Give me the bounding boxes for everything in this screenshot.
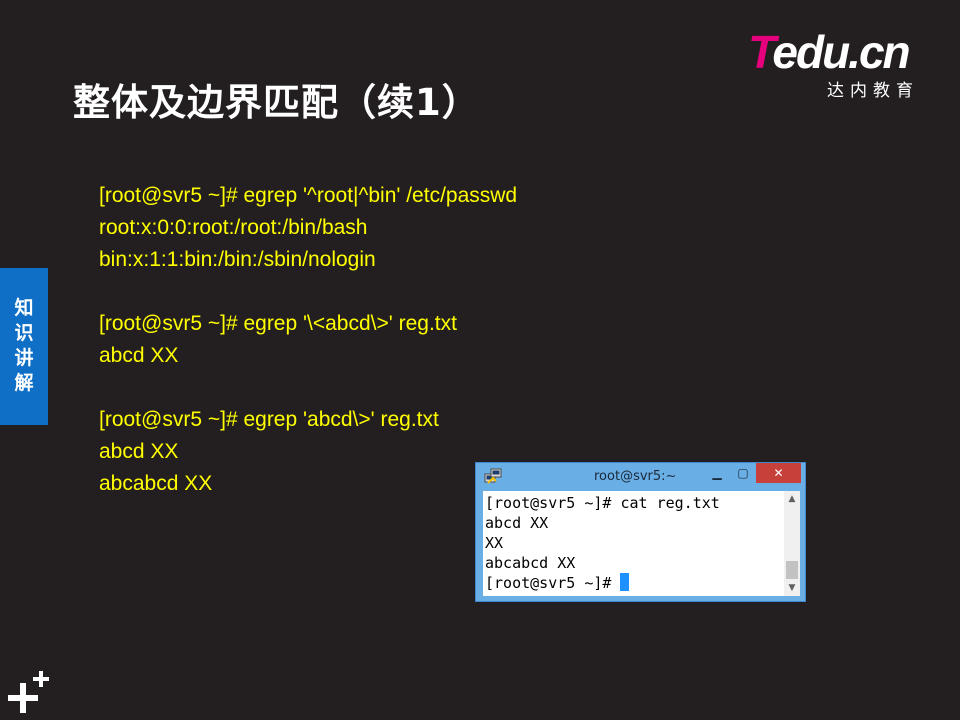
logo-subtitle: 达内教育 xyxy=(827,81,919,101)
side-tab-char: 解 xyxy=(14,372,34,394)
terminal-line: [root@svr5 ~]# cat reg.txt xyxy=(485,493,720,513)
side-tab-knowledge: 知识讲解 xyxy=(0,268,48,425)
code-line: [root@svr5 ~]# egrep '^root|^bin' /etc/p… xyxy=(99,184,518,207)
slide-title: 整体及边界匹配（续1） xyxy=(73,81,480,124)
terminal-console[interactable]: [root@svr5 ~]# cat reg.txt abcd XX XX abcab… xyxy=(483,491,800,596)
side-tab-label: 知识讲解 xyxy=(0,296,48,396)
side-tab-char: 讲 xyxy=(14,347,34,369)
putty-icon[interactable] xyxy=(484,468,502,486)
side-tab-char: 知 xyxy=(14,297,34,319)
logo-wordmark-rest: edu.cn xyxy=(772,26,910,78)
code-line: bin:x:1:1:bin:/bin:/sbin/nologin xyxy=(99,248,376,271)
code-line: abcd XX xyxy=(99,440,179,463)
terminal-titlebar[interactable]: root@svr5:~ ▁ ▢ ✕ xyxy=(476,463,805,491)
code-line: [root@svr5 ~]# egrep '\<abcd\>' reg.txt xyxy=(99,312,457,335)
terminal-line-text: XX xyxy=(485,534,504,552)
terminal-title: root@svr5:~ xyxy=(594,469,677,484)
terminal-cursor xyxy=(620,573,630,591)
terminal-scrollbar[interactable]: ▲ ▼ xyxy=(784,491,800,596)
tedu-logo: Tedu.cn 达内教育 xyxy=(748,26,938,101)
code-line: abcabcd XX xyxy=(99,472,213,495)
plus-icon xyxy=(8,671,49,713)
terminal-line: abcabcd XX xyxy=(485,553,720,573)
minimize-button[interactable]: ▁ xyxy=(704,463,730,483)
scroll-thumb[interactable] xyxy=(786,561,798,579)
terminal-line-text: abcabcd XX xyxy=(485,554,576,572)
terminal-line-text: [root@svr5 ~]# xyxy=(485,574,621,592)
terminal-line-text: abcd XX xyxy=(485,514,549,532)
code-line: [root@svr5 ~]# egrep 'abcd\>' reg.txt xyxy=(99,408,439,431)
code-example-block: [root@svr5 ~]# egrep '^root|^bin' /etc/p… xyxy=(99,180,517,500)
scroll-down-icon[interactable]: ▼ xyxy=(784,580,800,596)
terminal-output: [root@svr5 ~]# cat reg.txt abcd XX XX abcab… xyxy=(485,493,720,593)
terminal-line-text: [root@svr5 ~]# cat reg.txt xyxy=(485,494,720,512)
terminal-line: abcd XX xyxy=(485,513,720,533)
terminal-window: root@svr5:~ ▁ ▢ ✕ [root@svr5 ~]# cat reg… xyxy=(475,462,806,602)
close-button[interactable]: ✕ xyxy=(756,463,801,483)
maximize-button[interactable]: ▢ xyxy=(730,463,756,483)
logo-wordmark: Tedu.cn xyxy=(748,26,911,78)
logo-wordmark-t: T xyxy=(748,26,774,78)
scroll-up-icon[interactable]: ▲ xyxy=(784,491,800,507)
terminal-line: [root@svr5 ~]# xyxy=(485,573,720,593)
code-line: abcd XX xyxy=(99,344,179,367)
code-line: root:x:0:0:root:/root:/bin/bash xyxy=(99,216,368,239)
terminal-line: XX xyxy=(485,533,720,553)
side-tab-char: 识 xyxy=(14,322,34,344)
